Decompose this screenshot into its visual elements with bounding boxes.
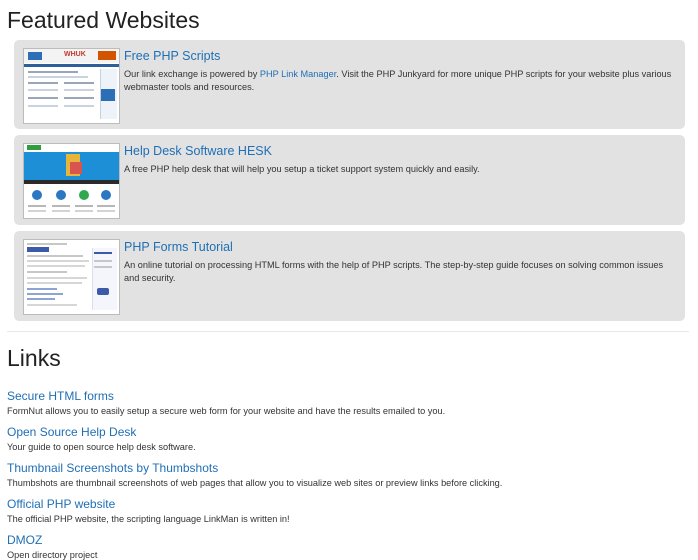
thumb-icon	[56, 190, 66, 200]
thumb-line	[27, 271, 67, 273]
thumb-logo-mark	[27, 247, 49, 252]
featured-card-php-forms-tutorial: PHP Forms Tutorial An online tutorial on…	[14, 231, 685, 321]
thumb-line	[27, 255, 83, 257]
thumb-line	[28, 76, 88, 78]
thumb-line	[28, 71, 78, 73]
thumb-line	[28, 205, 46, 207]
thumb-line	[64, 89, 94, 91]
thumb-line	[27, 288, 57, 290]
secure-html-forms-link[interactable]: Secure HTML forms	[7, 389, 687, 403]
section-divider	[7, 331, 689, 332]
thumb-line	[27, 298, 55, 300]
free-php-scripts-description: Our link exchange is powered by PHP Link…	[124, 68, 679, 94]
thumb-line	[52, 210, 70, 212]
thumb-line	[27, 293, 63, 295]
featured-card-hesk: Help Desk Software HESK A free PHP help …	[14, 135, 685, 225]
thumb-sidebar	[92, 248, 117, 310]
hesk-thumbnail[interactable]	[23, 143, 120, 219]
thumb-hero-image	[70, 162, 82, 174]
secure-html-forms-description: FormNut allows you to easily setup a sec…	[7, 406, 446, 416]
thumb-line	[28, 97, 58, 99]
link-item-official-php: Official PHP website The official PHP we…	[7, 497, 687, 524]
free-php-scripts-link[interactable]: Free PHP Scripts	[124, 49, 220, 63]
thumb-line	[94, 252, 112, 254]
php-forms-tutorial-thumbnail[interactable]	[23, 239, 120, 315]
thumb-icon	[101, 190, 111, 200]
php-forms-tutorial-link[interactable]: PHP Forms Tutorial	[124, 240, 233, 254]
thumb-line	[27, 304, 77, 306]
thumb-button	[97, 288, 109, 295]
dmoz-link[interactable]: DMOZ	[7, 533, 687, 547]
featured-card-free-php-scripts: WHUK Free PHP Scripts Our link exchange …	[14, 40, 685, 129]
thumb-line	[28, 105, 58, 107]
thumb-strip	[24, 180, 119, 184]
thumb-line	[75, 210, 93, 212]
official-php-link[interactable]: Official PHP website	[7, 497, 687, 511]
thumb-logo-mark	[28, 52, 42, 60]
thumb-banner	[98, 51, 116, 60]
thumbshots-link[interactable]: Thumbnail Screenshots by Thumbshots	[7, 461, 687, 475]
thumb-line	[28, 210, 46, 212]
link-item-secure-html-forms: Secure HTML forms FormNut allows you to …	[7, 389, 687, 416]
thumb-line	[94, 266, 112, 268]
thumb-line	[27, 277, 87, 279]
thumb-line	[64, 105, 94, 107]
thumb-logo-mark	[27, 145, 41, 150]
open-source-help-desk-description: Your guide to open source help desk soft…	[7, 442, 196, 452]
thumb-icon	[32, 190, 42, 200]
desc-text: Our link exchange is powered by	[124, 69, 260, 79]
thumb-line	[27, 282, 82, 284]
free-php-scripts-thumbnail[interactable]: WHUK	[23, 48, 120, 124]
thumb-line	[64, 82, 94, 84]
thumb-icon	[79, 190, 89, 200]
thumb-line	[27, 265, 85, 267]
links-heading: Links	[7, 345, 61, 371]
dmoz-description: Open directory project	[7, 550, 98, 560]
thumb-line	[97, 205, 115, 207]
hesk-link[interactable]: Help Desk Software HESK	[124, 144, 272, 158]
thumbshots-description: Thumbshots are thumbnail screenshots of …	[7, 478, 503, 488]
thumb-line	[97, 210, 115, 212]
thumb-nav	[24, 64, 119, 67]
featured-websites-heading: Featured Websites	[7, 7, 200, 33]
thumb-line	[28, 89, 58, 91]
thumb-line	[94, 260, 112, 262]
open-source-help-desk-link[interactable]: Open Source Help Desk	[7, 425, 687, 439]
thumb-logo-text: WHUK	[64, 51, 86, 58]
thumb-line	[27, 260, 89, 262]
thumb-sidebar-badge	[101, 89, 115, 101]
thumb-line	[28, 82, 58, 84]
link-item-open-source-help-desk: Open Source Help Desk Your guide to open…	[7, 425, 687, 452]
official-php-description: The official PHP website, the scripting …	[7, 514, 290, 524]
link-item-dmoz: DMOZ Open directory project	[7, 533, 687, 560]
page: Featured Websites WHUK Free PHP Scripts …	[0, 0, 698, 560]
php-link-manager-link[interactable]: PHP Link Manager	[260, 69, 336, 79]
php-forms-tutorial-description: An online tutorial on processing HTML fo…	[124, 260, 664, 283]
link-item-thumbshots: Thumbnail Screenshots by Thumbshots Thum…	[7, 461, 687, 488]
thumb-line	[27, 243, 67, 245]
hesk-description: A free PHP help desk that will help you …	[124, 164, 480, 174]
thumb-line	[75, 205, 93, 207]
thumb-line	[64, 97, 94, 99]
thumb-line	[52, 205, 70, 207]
